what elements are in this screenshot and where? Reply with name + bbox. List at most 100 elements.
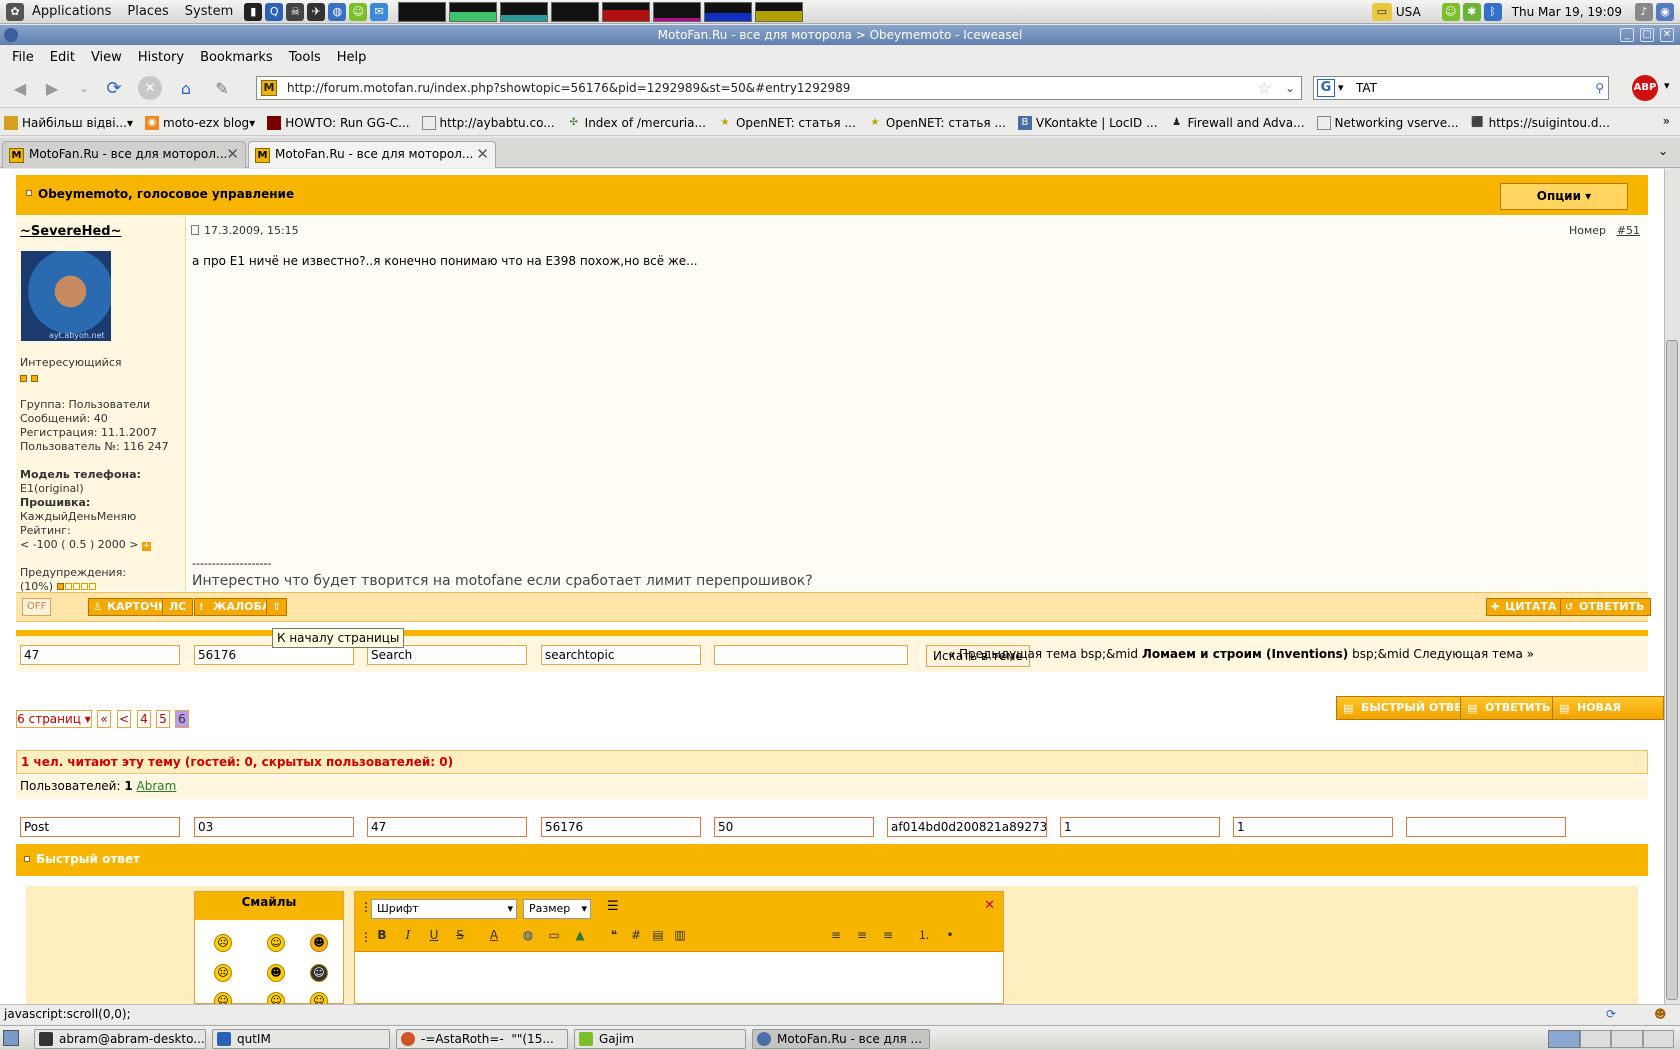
page-5-link[interactable]: 5 [156, 710, 170, 728]
url-bar[interactable]: M http://forum.motofan.ru/index.php?show… [256, 76, 1302, 100]
hidden-field-search[interactable]: Search [367, 645, 527, 665]
stop-icon[interactable]: ✕ [138, 76, 162, 100]
engine-dropdown-icon[interactable]: ▾ [1338, 77, 1344, 99]
task-terminal[interactable]: abram@abram-deskto... [34, 1029, 206, 1049]
close-tab-icon[interactable]: ✕ [476, 142, 489, 167]
align-left-icon[interactable]: ≡ [827, 926, 845, 944]
maximize-icon[interactable]: □ [1640, 28, 1654, 42]
quote-button[interactable]: ✚ ЦИТАТА [1486, 598, 1564, 616]
tab-list-icon[interactable]: ⌄ [1658, 144, 1668, 158]
home-icon[interactable]: ⌂ [174, 76, 198, 100]
reply-button[interactable]: ↺ ОТВЕТИТЬ [1560, 598, 1652, 616]
adblock-dropdown-icon[interactable]: ▾ [1664, 79, 1670, 92]
underline-icon[interactable]: U [425, 926, 443, 944]
workspace-1[interactable] [1548, 1030, 1580, 1048]
bookmark-item[interactable]: B VKontakte | LocID ... [1017, 115, 1158, 130]
browser-launcher-icon[interactable]: ◍ [328, 2, 347, 21]
page-first-link[interactable]: « [97, 710, 111, 728]
menu-help[interactable]: Help [329, 50, 375, 65]
history-dropdown-icon[interactable]: ⌄ [72, 76, 96, 100]
hidden-field-act[interactable]: 47 [20, 645, 180, 665]
keyboard-layout-icon[interactable]: ▭ [1371, 2, 1392, 21]
back-icon[interactable]: ◀ [8, 76, 32, 100]
search-topic-input[interactable] [714, 645, 908, 665]
reply-topic-button[interactable]: ▤ ОТВЕТИТЬ [1460, 696, 1558, 720]
options-button[interactable]: Опции ▾ [1500, 183, 1628, 210]
bookmark-item[interactable]: ◉ moto-ezx blog ▾ [145, 115, 255, 130]
page-4-link[interactable]: 4 [137, 710, 151, 728]
fast-reply-button[interactable]: ▤ БЫСТРЫЙ ОТВЕТ [1336, 696, 1477, 720]
hidden-field-code[interactable]: searchtopic [541, 645, 701, 665]
php-icon[interactable]: ▤ [649, 926, 667, 944]
bookmark-item[interactable]: ★ OpenNET: статья ... [868, 116, 1005, 130]
menu-tools[interactable]: Tools [281, 50, 329, 65]
bookmark-item[interactable]: ♟ Firewall and Adva... [1170, 116, 1304, 130]
scrollbar-thumb[interactable] [1666, 340, 1678, 1000]
bookmark-item[interactable]: HOWTO: Run GG-C... [267, 115, 410, 130]
menu-bookmarks[interactable]: Bookmarks [192, 50, 281, 65]
close-window-icon[interactable]: ✕ [1660, 28, 1674, 42]
reload-icon[interactable]: ⟳ [102, 76, 126, 100]
bookmark-item[interactable]: http://aybabtu.co... [421, 115, 555, 130]
tab-2-active[interactable]: M MotoFan.Ru - все для моторол... ✕ [248, 141, 496, 168]
scroll-top-button[interactable]: ⇧ [266, 598, 288, 616]
reply-textarea[interactable] [357, 954, 1001, 1002]
pages-dropdown[interactable]: 6 страниц ▾ [16, 710, 92, 728]
minimize-icon[interactable]: _ [1620, 28, 1634, 42]
rating-value[interactable]: < -100 ( 0.5 ) 2000 > [20, 538, 138, 551]
show-desktop-icon[interactable] [3, 1030, 19, 1046]
image-icon[interactable]: ▲ [571, 926, 589, 944]
bookmarks-overflow-icon[interactable]: » [1663, 114, 1670, 128]
code-icon[interactable]: # [627, 926, 645, 944]
menu-applications[interactable]: Applications [24, 4, 119, 19]
menu-edit[interactable]: Edit [42, 50, 83, 65]
pm-button[interactable]: ЛС [162, 598, 194, 616]
hidden-field-topic[interactable]: 56176 [194, 645, 354, 665]
smiley-cool-icon[interactable]: ☺ [310, 964, 328, 982]
reader-user-link[interactable]: Abram [137, 779, 177, 793]
bookmark-item[interactable]: Networking vserve... [1316, 115, 1459, 130]
workspace-4[interactable] [1642, 1030, 1674, 1048]
ordered-list-icon[interactable]: ⒈ [915, 926, 933, 944]
report-button[interactable]: ! ЖАЛОБА [194, 598, 278, 616]
search-input[interactable]: TAT [1356, 81, 1377, 95]
smiley-smile-icon[interactable]: ☺ [267, 934, 285, 952]
forward-icon[interactable]: ▶ [40, 76, 64, 100]
prev-topic-link[interactable]: « Предыдущая тема bsp;&mid [948, 647, 1138, 661]
user-switch-icon[interactable]: ◉ [1656, 2, 1674, 21]
bookmark-item[interactable]: ★ OpenNET: статья ... [718, 116, 855, 130]
size-select[interactable]: Размер ▾ [523, 899, 591, 919]
gnome-foot-icon[interactable]: ✿ [6, 2, 24, 21]
menu-history[interactable]: History [130, 50, 192, 65]
smiley-glasses-icon[interactable]: ☺ [214, 992, 232, 1004]
smiley-sad-icon[interactable]: ☹ [214, 934, 232, 952]
tray-puzzle-icon[interactable]: ✱ [1462, 2, 1481, 21]
html-icon[interactable]: ▥ [671, 926, 689, 944]
hidden-field-flag[interactable]: 1 [1060, 817, 1220, 837]
window-menu-icon[interactable] [4, 28, 18, 42]
counterstrike-launcher-icon[interactable]: ✈ [307, 2, 326, 21]
rating-plus-icon[interactable]: + [141, 542, 151, 551]
close-editor-icon[interactable]: ✕ [984, 898, 995, 913]
bookmark-item[interactable]: ✣ Index of /mercuria... [567, 116, 706, 130]
keyboard-layout-label[interactable]: USA [1396, 5, 1421, 19]
bold-icon[interactable]: B [373, 926, 391, 944]
workspace-switcher[interactable] [1548, 1030, 1674, 1048]
smiley-laugh-icon[interactable]: ☻ [267, 964, 285, 982]
italic-icon[interactable]: I [399, 926, 417, 944]
hidden-field-post[interactable]: Post [20, 817, 180, 837]
qutim-launcher-icon[interactable]: Q [265, 2, 284, 21]
post-number-link[interactable]: #51 [1617, 224, 1640, 238]
gajim-launcher-icon[interactable]: ☺ [349, 2, 368, 21]
align-center-icon[interactable]: ≡ [853, 926, 871, 944]
indent-icon[interactable]: ☰ [607, 899, 619, 914]
link-icon[interactable]: ◍ [519, 926, 537, 944]
google-engine-icon[interactable]: G [1317, 79, 1335, 97]
hidden-field-topic[interactable]: 56176 [541, 817, 701, 837]
workspace-2[interactable] [1579, 1030, 1611, 1048]
font-color-icon[interactable]: A [485, 926, 503, 944]
forum-link[interactable]: Ломаем и строим (Inventions) [1142, 647, 1348, 661]
task-browser-active[interactable]: MotoFan.Ru - все для ... [752, 1029, 930, 1049]
bookmark-item[interactable]: Найбільш відві... ▾ [4, 115, 133, 130]
smiley-tongue-icon[interactable]: ☻ [310, 934, 328, 952]
